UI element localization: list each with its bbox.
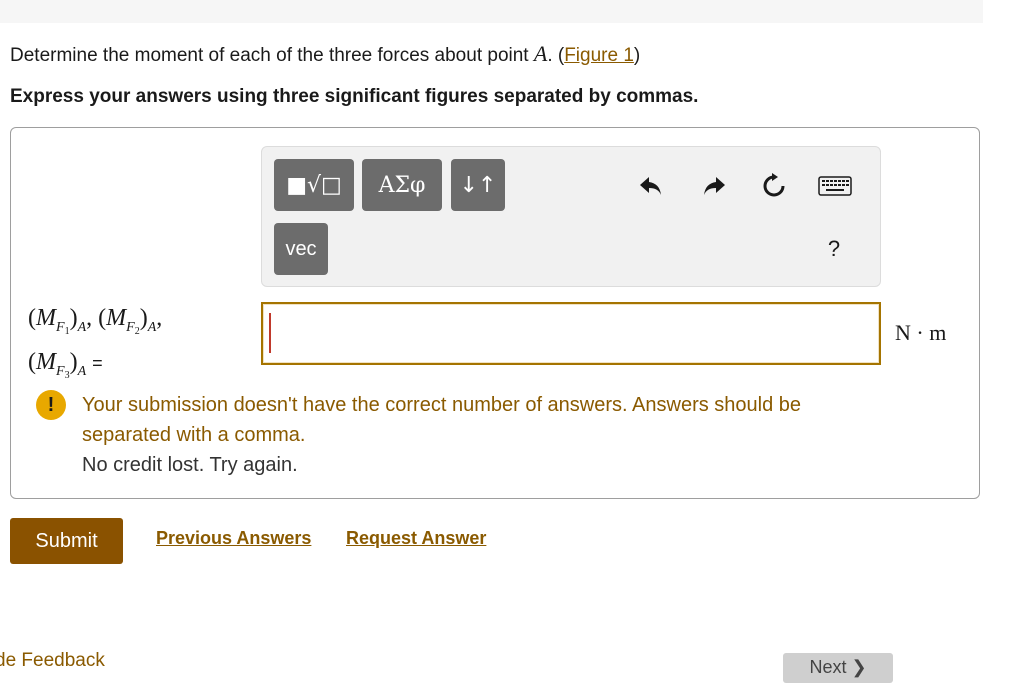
vec-label: vec [285,237,317,260]
templates-button[interactable]: ■√□ [274,159,354,211]
answer-input[interactable] [263,304,879,363]
text-caret [269,313,271,353]
vec-button[interactable]: vec [274,223,328,275]
question-middle: . ( [547,45,565,66]
greek-symbols-button[interactable]: ΑΣφ [362,159,442,211]
point-a-symbol: A [533,41,548,66]
units-label: N · m [895,320,947,345]
keyboard-icon[interactable] [815,169,855,203]
help-button[interactable]: ? [817,232,851,266]
feedback-message: Your submission doesn't have the correct… [82,394,802,446]
next-button[interactable]: Next ❯ [783,653,893,683]
instructions: Express your answers using three signifi… [10,86,699,107]
answer-input-box[interactable] [261,302,881,365]
math-toolbar: ■√□ ΑΣφ ↓↑ vec ? [261,146,881,287]
warning-icon: ! [36,390,66,420]
next-label: Next ❯ [809,657,867,677]
question-prefix: Determine the moment of each of the thre… [10,45,534,66]
reset-icon[interactable] [757,169,791,203]
templates-glyph: ■√□ [286,172,342,198]
top-bar [0,0,983,23]
arrows-label: ↓↑ [459,172,497,198]
submit-button[interactable]: Submit [10,518,123,564]
previous-answers-link[interactable]: Previous Answers [156,528,311,549]
help-label: ? [827,236,841,261]
request-answer-link[interactable]: Request Answer [346,528,486,549]
question-text: Determine the moment of each of the thre… [10,42,640,68]
redo-icon[interactable] [697,169,731,203]
question-suffix: ) [633,45,641,66]
arrows-button[interactable]: ↓↑ [451,159,505,211]
answer-label: (MF1)A, (MF2)A, (MF3)A = [28,305,163,381]
figure-1-link[interactable]: Figure 1 [564,45,634,66]
feedback-subtext: No credit lost. Try again. [82,454,298,476]
greek-label: ΑΣφ [378,172,426,198]
undo-icon[interactable] [634,169,668,203]
